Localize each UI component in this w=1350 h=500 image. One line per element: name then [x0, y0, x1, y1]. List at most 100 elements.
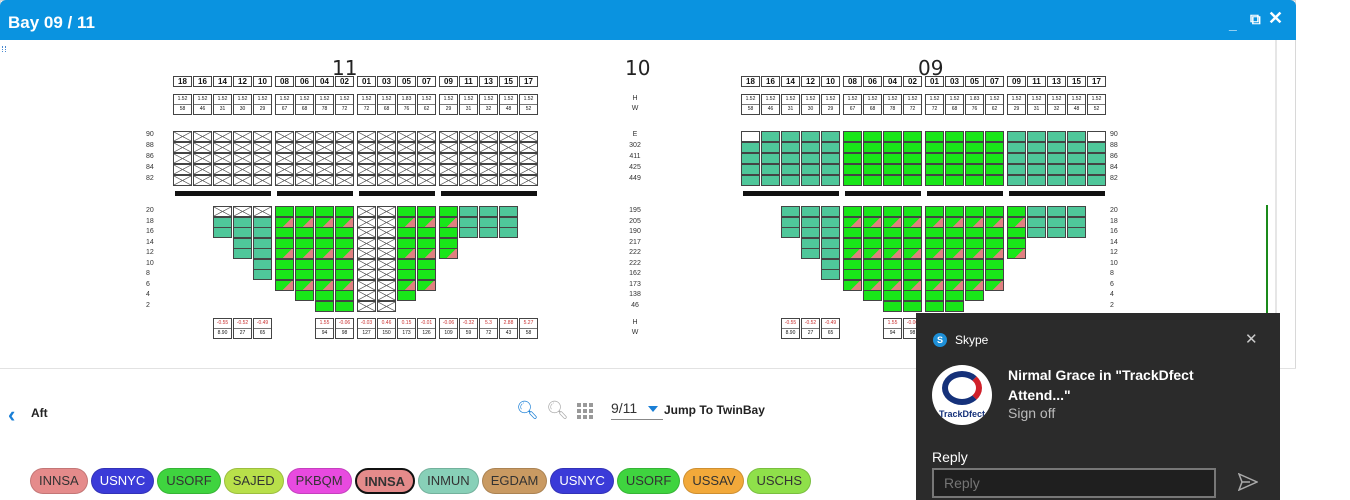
deck-slot[interactable] [1027, 175, 1046, 186]
deck-slot[interactable] [417, 142, 436, 153]
deck-slot[interactable] [843, 175, 862, 186]
deck-slot[interactable] [801, 175, 820, 186]
hold-slot[interactable] [397, 248, 416, 259]
hold-slot[interactable] [985, 237, 1004, 249]
deck-slot[interactable] [253, 142, 272, 153]
hold-slot[interactable] [863, 237, 882, 249]
minimize-icon[interactable]: _ [1229, 16, 1237, 32]
hold-slot[interactable] [417, 248, 436, 259]
hold-slot[interactable] [843, 216, 862, 228]
hold-slot[interactable] [295, 290, 314, 301]
zoom-in-icon[interactable]: 🔍︎ [516, 400, 539, 421]
deck-slot[interactable] [335, 153, 354, 164]
deck-slot[interactable] [439, 164, 458, 175]
hold-slot[interactable] [275, 206, 294, 217]
deck-slot[interactable] [357, 142, 376, 153]
deck-slot[interactable] [1067, 131, 1086, 142]
deck-slot[interactable] [781, 153, 800, 164]
title-bar[interactable]: Bay 09 / 11 _ ⧉ ✕ [0, 0, 1296, 40]
hold-slot[interactable] [295, 237, 314, 249]
deck-slot[interactable] [253, 164, 272, 175]
hold-slot[interactable] [315, 269, 334, 280]
hold-slot[interactable] [801, 206, 820, 217]
hold-slot[interactable] [253, 269, 272, 280]
hold-slot[interactable] [925, 227, 944, 238]
deck-slot[interactable] [193, 142, 212, 153]
deck-slot[interactable] [439, 142, 458, 153]
deck-slot[interactable] [193, 164, 212, 175]
deck-slot[interactable] [945, 142, 964, 153]
hold-slot[interactable] [357, 248, 376, 259]
deck-slot[interactable] [519, 164, 538, 175]
deck-slot[interactable] [1027, 131, 1046, 142]
deck-slot[interactable] [213, 175, 232, 186]
hold-slot[interactable] [821, 216, 840, 228]
hold-slot[interactable] [843, 206, 862, 217]
port-chip[interactable]: USORF [157, 468, 221, 494]
hold-slot[interactable] [965, 216, 984, 228]
deck-slot[interactable] [275, 164, 294, 175]
hold-slot[interactable] [903, 290, 922, 301]
hold-slot[interactable] [843, 237, 862, 249]
deck-slot[interactable] [965, 153, 984, 164]
port-chip[interactable]: USSAV [683, 468, 745, 494]
hold-slot[interactable] [925, 206, 944, 217]
deck-slot[interactable] [903, 142, 922, 153]
hold-slot[interactable] [213, 206, 232, 217]
hold-slot[interactable] [315, 237, 334, 249]
close-icon[interactable]: ✕ [1268, 9, 1283, 27]
deck-slot[interactable] [965, 142, 984, 153]
hold-slot[interactable] [801, 227, 820, 238]
deck-slot[interactable] [863, 142, 882, 153]
hold-slot[interactable] [213, 227, 232, 238]
hold-slot[interactable] [985, 227, 1004, 238]
hold-slot[interactable] [965, 227, 984, 238]
hold-slot[interactable] [459, 227, 478, 238]
deck-slot[interactable] [741, 131, 760, 142]
deck-slot[interactable] [479, 164, 498, 175]
hold-slot[interactable] [883, 290, 902, 301]
deck-slot[interactable] [945, 153, 964, 164]
hold-slot[interactable] [781, 216, 800, 228]
hold-slot[interactable] [233, 237, 252, 249]
deck-slot[interactable] [397, 131, 416, 142]
hold-slot[interactable] [945, 269, 964, 280]
deck-slot[interactable] [821, 142, 840, 153]
hold-slot[interactable] [965, 258, 984, 270]
hold-slot[interactable] [499, 216, 518, 228]
port-chip[interactable]: USORF [616, 468, 681, 494]
deck-slot[interactable] [499, 142, 518, 153]
hold-slot[interactable] [479, 216, 498, 228]
hold-slot[interactable] [275, 227, 294, 238]
deck-slot[interactable] [985, 175, 1004, 186]
port-chip[interactable]: INNSA [354, 468, 416, 494]
hold-slot[interactable] [863, 258, 882, 270]
deck-slot[interactable] [295, 153, 314, 164]
hold-slot[interactable] [439, 227, 458, 238]
deck-slot[interactable] [499, 131, 518, 142]
deck-slot[interactable] [335, 175, 354, 186]
deck-slot[interactable] [499, 175, 518, 186]
hold-slot[interactable] [499, 227, 518, 238]
deck-slot[interactable] [519, 175, 538, 186]
hold-slot[interactable] [903, 279, 922, 291]
hold-slot[interactable] [417, 227, 436, 238]
hold-slot[interactable] [863, 227, 882, 238]
deck-slot[interactable] [459, 164, 478, 175]
hold-slot[interactable] [417, 279, 436, 291]
deck-slot[interactable] [925, 153, 944, 164]
deck-slot[interactable] [863, 164, 882, 175]
hold-slot[interactable] [903, 206, 922, 217]
deck-slot[interactable] [275, 153, 294, 164]
hold-slot[interactable] [883, 216, 902, 228]
hold-slot[interactable] [335, 300, 354, 312]
port-chip[interactable]: EGDAM [481, 468, 548, 494]
deck-slot[interactable] [479, 142, 498, 153]
hold-slot[interactable] [821, 237, 840, 249]
deck-slot[interactable] [519, 142, 538, 153]
deck-slot[interactable] [1087, 131, 1106, 142]
deck-slot[interactable] [925, 175, 944, 186]
hold-slot[interactable] [275, 258, 294, 270]
hold-slot[interactable] [1007, 206, 1026, 217]
deck-slot[interactable] [335, 131, 354, 142]
